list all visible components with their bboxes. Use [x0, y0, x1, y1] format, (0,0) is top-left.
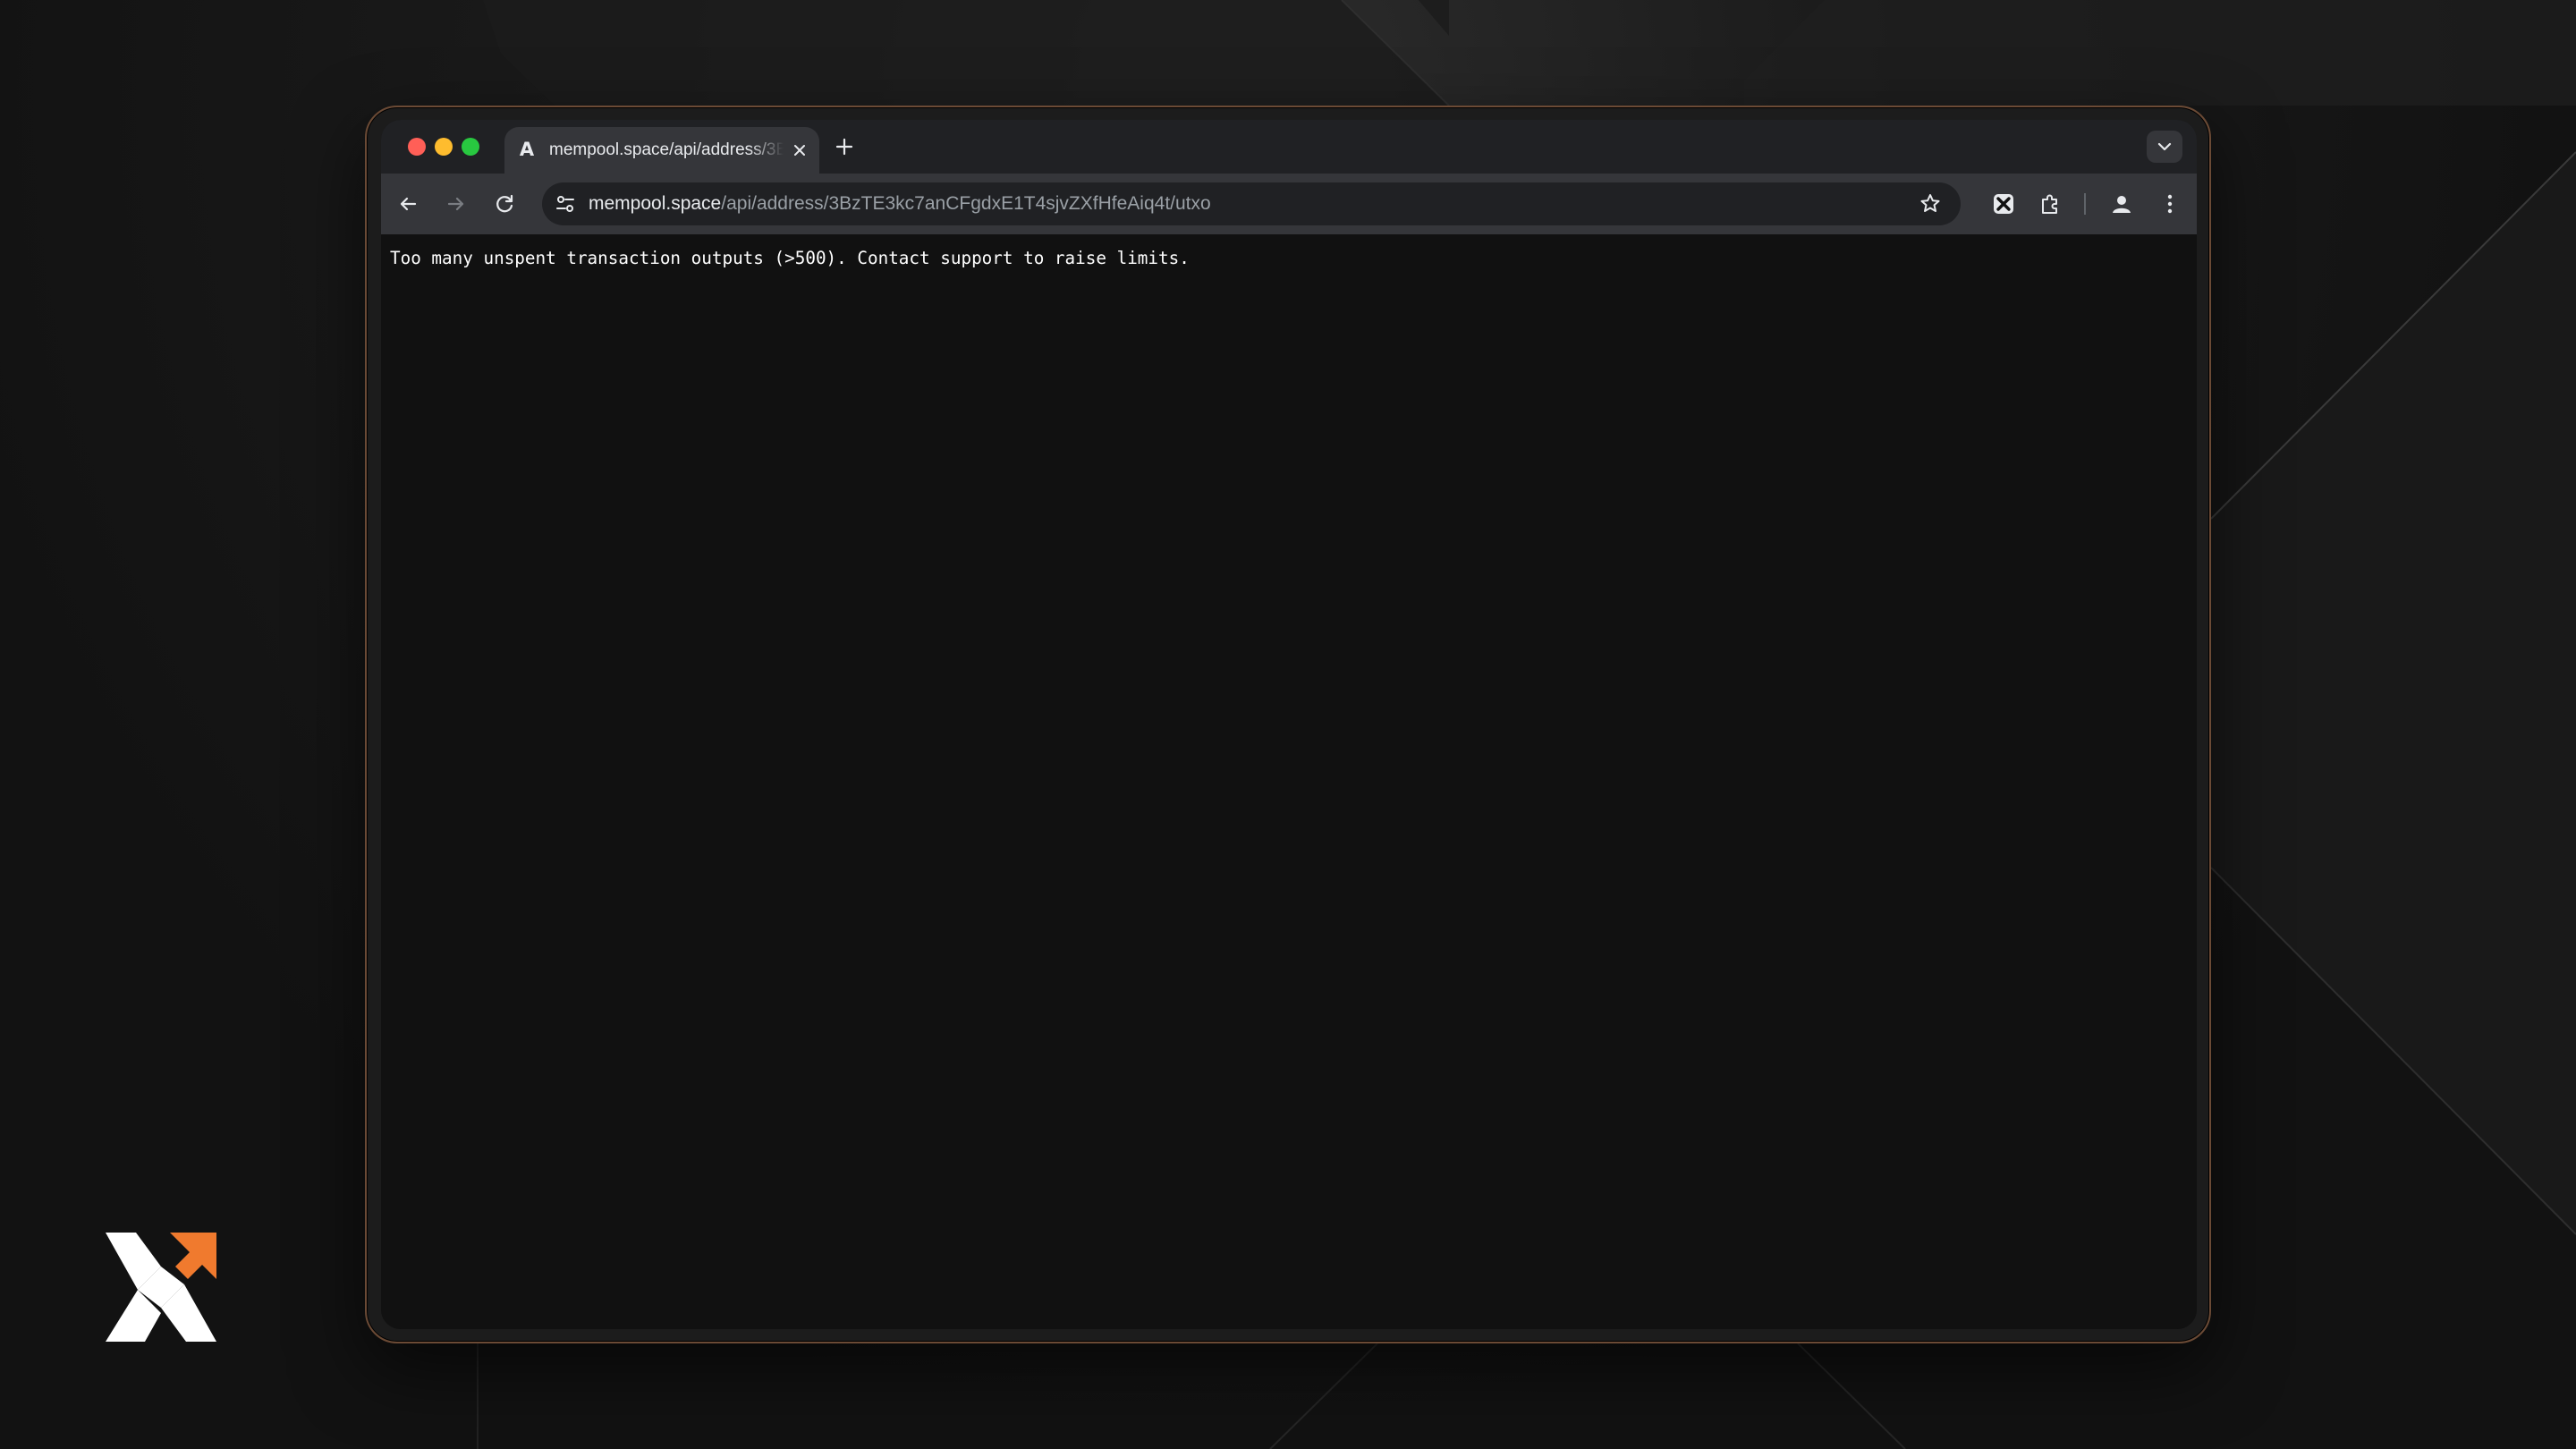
page-content: Too many unspent transaction outputs (>5…: [381, 234, 2197, 1329]
close-tab-icon[interactable]: [789, 140, 810, 161]
maximize-window-button[interactable]: [462, 138, 479, 156]
error-message: Too many unspent transaction outputs (>5…: [390, 248, 1190, 268]
more-menu-icon[interactable]: [2157, 191, 2182, 216]
back-arrow-icon[interactable]: [395, 191, 420, 216]
reload-icon[interactable]: [492, 191, 517, 216]
toolbar-divider: [2084, 193, 2086, 215]
url-path: /api/address/3BzTE3kc7anCFgdxE1T4sjvZXfH…: [721, 193, 1211, 214]
url-host: mempool.space: [589, 193, 722, 214]
url-text[interactable]: mempool.space/api/address/3BzTE3kc7anCFg…: [589, 193, 1211, 215]
site-settings-icon[interactable]: [553, 191, 578, 216]
browser-window: A mempool.space/api/address/3BzTE3kc7anC…: [381, 120, 2197, 1329]
device-frame: A mempool.space/api/address/3BzTE3kc7anC…: [365, 106, 2211, 1343]
tab-search-button[interactable]: [2147, 131, 2182, 163]
browser-toolbar: mempool.space/api/address/3BzTE3kc7anCFg…: [381, 174, 2197, 234]
tab-strip: A mempool.space/api/address/3BzTE3kc7anC…: [381, 120, 2197, 174]
bookmark-star-icon[interactable]: [1918, 191, 1943, 216]
tab-mempool[interactable]: A mempool.space/api/address/3BzTE3kc7anC…: [504, 127, 819, 174]
site-favicon-icon: A: [519, 139, 535, 160]
profile-icon[interactable]: [2109, 191, 2134, 216]
extension-x-icon[interactable]: [1989, 190, 2018, 218]
desktop-background: A mempool.space/api/address/3BzTE3kc7anC…: [0, 0, 2576, 1449]
forward-arrow-icon[interactable]: [444, 191, 469, 216]
brand-x-logo: [106, 1233, 216, 1342]
new-tab-icon[interactable]: [832, 134, 857, 159]
chevron-down-icon: [2157, 142, 2172, 151]
close-window-button[interactable]: [408, 138, 426, 156]
minimize-window-button[interactable]: [435, 138, 453, 156]
tab-title: mempool.space/api/address/3BzTE3kc7anCFg…: [549, 140, 784, 159]
extensions-puzzle-icon[interactable]: [2038, 191, 2063, 216]
address-bar[interactable]: mempool.space/api/address/3BzTE3kc7anCFg…: [542, 182, 1961, 225]
